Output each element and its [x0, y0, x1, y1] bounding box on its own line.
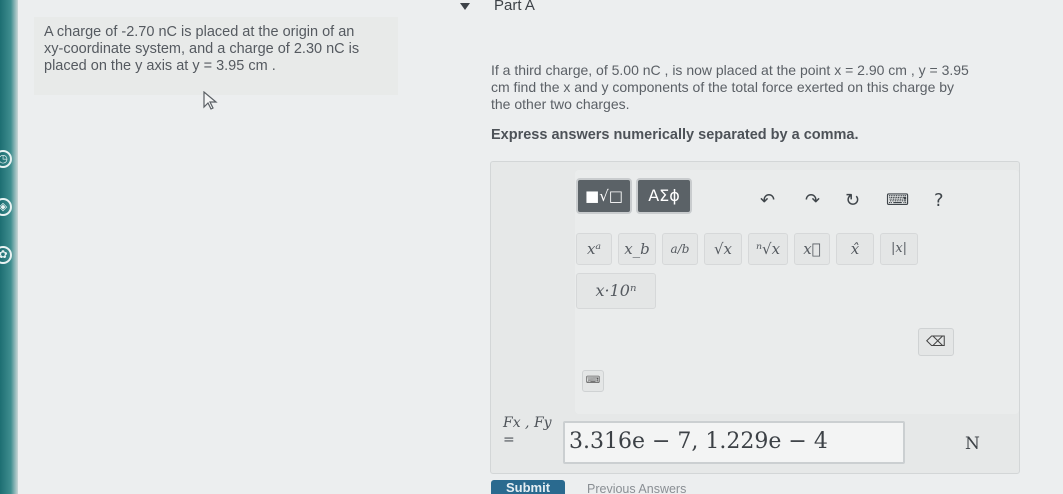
part-label[interactable]: Part A [494, 0, 535, 14]
problem-line: A charge of -2.70 nC is placed at the or… [44, 24, 355, 40]
subscript-button[interactable]: x_b [618, 233, 656, 265]
answer-label-equals: = [503, 432, 515, 448]
nth-root-button[interactable]: ⁿ√x [748, 233, 788, 265]
sqrt-button[interactable]: √x [704, 233, 742, 265]
undo-icon[interactable]: ↶ [760, 190, 775, 211]
redo-icon[interactable]: ↷ [805, 190, 820, 211]
question-line: If a third charge, of 5.00 nC , is now p… [491, 62, 969, 78]
rail-icon-1[interactable]: ◷ [0, 150, 12, 168]
question-line: the other two charges. [491, 96, 630, 112]
keyboard-toggle-icon[interactable]: ⌨ [582, 370, 604, 392]
vector-button[interactable]: x⃗ [794, 233, 830, 265]
question-text: If a third charge, of 5.00 nC , is now p… [491, 62, 1031, 113]
abs-value-button[interactable]: |x| [880, 233, 918, 265]
answer-label-vars: Fx , Fy [503, 415, 552, 431]
templates-button[interactable]: ■√□ [576, 178, 632, 214]
submit-button[interactable]: Submit [491, 480, 565, 494]
superscript-button[interactable]: xᵃ [576, 233, 612, 265]
mouse-cursor-icon [203, 91, 218, 110]
answer-input[interactable]: 3.316e − 7, 1.229e − 4 [563, 421, 905, 464]
fraction-button[interactable]: a/b [662, 233, 698, 265]
scientific-notation-button[interactable]: x·10ⁿ [576, 273, 656, 309]
left-rail: ◷ ◈ ✿ [0, 0, 18, 494]
collapse-caret-icon[interactable] [460, 3, 470, 10]
question-line: cm find the x and y components of the to… [491, 79, 955, 95]
problem-line: placed on the y axis at y = 3.95 cm . [44, 58, 276, 74]
unit-vector-button[interactable]: x̂ [836, 233, 874, 265]
previous-answers-link[interactable]: Previous Answers [587, 482, 686, 494]
problem-statement: A charge of -2.70 nC is placed at the or… [44, 24, 394, 75]
gear-icon[interactable]: ✿ [0, 246, 12, 264]
keyboard-icon[interactable]: ⌨ [886, 190, 909, 209]
help-icon[interactable]: ? [934, 190, 944, 211]
reset-icon[interactable]: ↻ [845, 190, 860, 211]
instruction-text: Express answers numerically separated by… [491, 127, 859, 143]
rail-icon-2[interactable]: ◈ [0, 198, 12, 216]
backspace-icon[interactable]: ⌫ [918, 328, 954, 356]
unit-label: N [965, 434, 980, 454]
answer-label: Fx , Fy = [503, 415, 552, 449]
problem-line: xy-coordinate system, and a charge of 2.… [44, 41, 360, 57]
greek-symbols-button[interactable]: ΑΣϕ [636, 178, 692, 214]
